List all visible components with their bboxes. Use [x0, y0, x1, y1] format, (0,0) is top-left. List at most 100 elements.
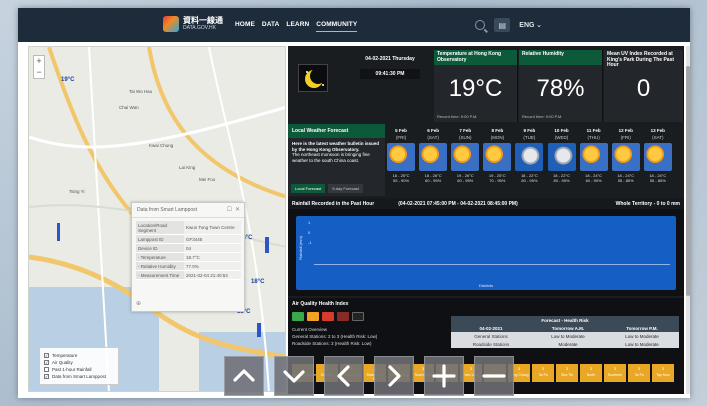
- zoom-in-button[interactable]: [424, 356, 464, 396]
- popup-field-label: - Temperature: [136, 252, 184, 262]
- checkbox-checked[interactable]: ✓: [44, 374, 49, 379]
- sunny-icon: [579, 143, 608, 171]
- lwf-text: The northeast monsoon is bringing fine w…: [292, 152, 370, 163]
- forecast-weekday: (TUE): [523, 135, 536, 140]
- layer-label: Air Quality: [52, 360, 73, 365]
- forecast-humidity: 60 - 95%: [457, 178, 474, 183]
- forecast-weekday: (MON): [490, 135, 505, 140]
- sunny-icon: [387, 143, 416, 171]
- sunny-icon: [483, 143, 512, 171]
- popup-field-label: Device ID: [136, 243, 184, 253]
- rainfall-panel: Rainfall Recorded in the Past Hour (04-0…: [288, 198, 684, 296]
- map-zoom-out-button[interactable]: −: [34, 67, 44, 78]
- aqhi-scale: [292, 312, 364, 321]
- layer-label: Temperature: [52, 353, 78, 358]
- plus-icon: [432, 364, 456, 388]
- aqhi-station: 3 Tap Mun: [652, 364, 674, 382]
- map-place-label: Tsing Yi: [69, 189, 85, 194]
- maximize-icon[interactable]: ☐: [227, 206, 232, 213]
- aqhi-overview: Current Overview: [292, 327, 328, 332]
- scroll-left-button[interactable]: [324, 356, 364, 396]
- aqhi-forecast-table: Forecast - Health Risk 04-02-2021 Tomorr…: [451, 316, 679, 348]
- aqhi-row-am: Low to Moderate: [531, 332, 606, 340]
- map-temp-label[interactable]: 19°C: [61, 77, 74, 83]
- aqhi-row-am: Moderate: [531, 340, 606, 348]
- nav-data[interactable]: DATA: [262, 21, 280, 32]
- forecast-humidity: 55 - 90%: [393, 178, 410, 183]
- forecast-date: 6 Feb: [427, 128, 440, 133]
- nav-home[interactable]: HOME: [235, 21, 255, 32]
- checkbox-unchecked[interactable]: [44, 367, 49, 372]
- popup-field-label: - Measurement Time: [136, 270, 184, 280]
- map-panel[interactable]: + − 19°C 18°C 18°C 18°C Tai Wo Hau Chai …: [28, 46, 286, 392]
- aqhi-station-name: Tai Po: [634, 373, 644, 377]
- layer-air-quality[interactable]: ✓ Air Quality: [44, 360, 114, 365]
- forecast-weekday: (WED): [554, 135, 569, 140]
- site-logo[interactable]: 資料一線通 DATA.GOV.HK: [163, 16, 223, 32]
- checkbox-checked[interactable]: ✓: [44, 353, 49, 358]
- aqhi-serious-icon: [352, 312, 364, 321]
- aqhi-table-am: Tomorrow A.M.: [531, 324, 606, 332]
- layer-rainfall[interactable]: Past 1-hour Rainfall: [44, 367, 114, 372]
- aqhi-row-label: Roadside Stations: [451, 340, 532, 348]
- popup-field-value: 18.7°C: [184, 252, 241, 262]
- map-zoom-control[interactable]: + −: [33, 55, 45, 79]
- zoom-out-button[interactable]: [474, 356, 514, 396]
- forecast-weekday: (SAT): [652, 135, 664, 140]
- lamppost-popup: Data from Smart Lamppost ☐ ✕ Location/Ro…: [131, 202, 245, 312]
- search-icon[interactable]: [475, 20, 486, 30]
- forecast-weekday: (THU): [587, 135, 600, 140]
- apps-icon[interactable]: ▤: [494, 18, 511, 32]
- zoom-to-icon[interactable]: ⊕: [136, 300, 141, 307]
- scroll-up-button[interactable]: [224, 356, 264, 396]
- aqhi-table-date: 04-02-2021: [451, 324, 532, 332]
- layer-smart-lamppost[interactable]: ✓ Data from Smart Lamppost: [44, 374, 114, 379]
- kpi-title: Mean UV Index Recorded at King's Park Du…: [604, 50, 683, 68]
- forecast-date: 12 Feb: [618, 128, 633, 133]
- map-place-label: Kwai Chung: [149, 143, 174, 148]
- forecast-day: 7 Feb (SUN) 19 - 26°C 60 - 95%: [449, 126, 481, 196]
- forecast-day: 5 Feb (FRI) 18 - 25°C 55 - 90%: [385, 126, 417, 196]
- kpi-uv-index: Mean UV Index Recorded at King's Park Du…: [604, 50, 684, 122]
- language-selector[interactable]: ENG ⌄: [519, 21, 542, 29]
- forecast-date: 13 Feb: [650, 128, 665, 133]
- scrollbar-thumb[interactable]: [686, 66, 690, 296]
- forecast-date: 11 Feb: [586, 128, 601, 133]
- forecast-humidity: 80 - 95%: [521, 178, 538, 183]
- sunny-icon: [451, 143, 480, 171]
- aqhi-moderate-icon: [307, 312, 319, 321]
- minus-icon: [482, 374, 506, 378]
- popup-field-value: 04: [184, 243, 241, 253]
- popup-field-label: - Relative Humidity: [136, 261, 184, 271]
- close-icon[interactable]: ✕: [235, 206, 240, 213]
- kpi-value: 78%: [536, 75, 585, 102]
- layer-temperature[interactable]: ✓ Temperature: [44, 353, 114, 358]
- aqhi-title: Air Quality Health Index: [292, 301, 349, 307]
- aqhi-table-title: Forecast - Health Risk: [451, 316, 679, 324]
- rainfall-x-axis: [314, 264, 670, 265]
- lwf-intro: Here is the latest weather bulletin issu…: [292, 141, 380, 152]
- nav-learn[interactable]: LEARN: [286, 21, 309, 32]
- forecast-day: 10 Feb (WED) 18 - 22°C 80 - 95%: [545, 126, 577, 196]
- page-scrollbar[interactable]: [686, 46, 690, 394]
- map-zoom-in-button[interactable]: +: [34, 56, 44, 67]
- aqhi-station-value: 3: [637, 366, 641, 371]
- nav-community[interactable]: COMMUNITY: [316, 21, 358, 32]
- aqhi-station: 3 Tai Po: [532, 364, 554, 382]
- checkbox-checked[interactable]: ✓: [44, 360, 49, 365]
- aqhi-very-high-icon: [337, 312, 349, 321]
- datetime-box: 04-02-2021 Thursday 09:41:30 PM: [360, 56, 420, 79]
- scroll-right-button[interactable]: [374, 356, 414, 396]
- tab-local-forecast[interactable]: Local Forecast: [291, 184, 326, 193]
- layer-list: ✓ Temperature ✓ Air Quality Past 1-hour Ra…: [39, 347, 119, 385]
- map-temp-label[interactable]: 18°C: [251, 279, 264, 285]
- aqhi-station-value: 3: [661, 366, 665, 371]
- kpi-record-time: Record time: 9:00 P.M.: [437, 114, 478, 119]
- forecast-day: 6 Feb (SAT) 18 - 26°C 60 - 95%: [417, 126, 449, 196]
- tab-9-day-forecast[interactable]: 9-day Forecast: [328, 184, 363, 193]
- scroll-down-button[interactable]: [274, 356, 314, 396]
- browser-frame: 資料一線通 DATA.GOV.HK HOME DATA LEARN COMMUN…: [18, 8, 690, 398]
- nine-day-forecast: 5 Feb (FRI) 18 - 25°C 55 - 90% 6 Feb (SAT) 18…: [385, 126, 674, 196]
- aqhi-roadside: Roadside Stations: 3 (Health Risk: Low): [292, 341, 372, 346]
- kpi-title: Temperature at Hong Kong Observatory: [434, 50, 517, 65]
